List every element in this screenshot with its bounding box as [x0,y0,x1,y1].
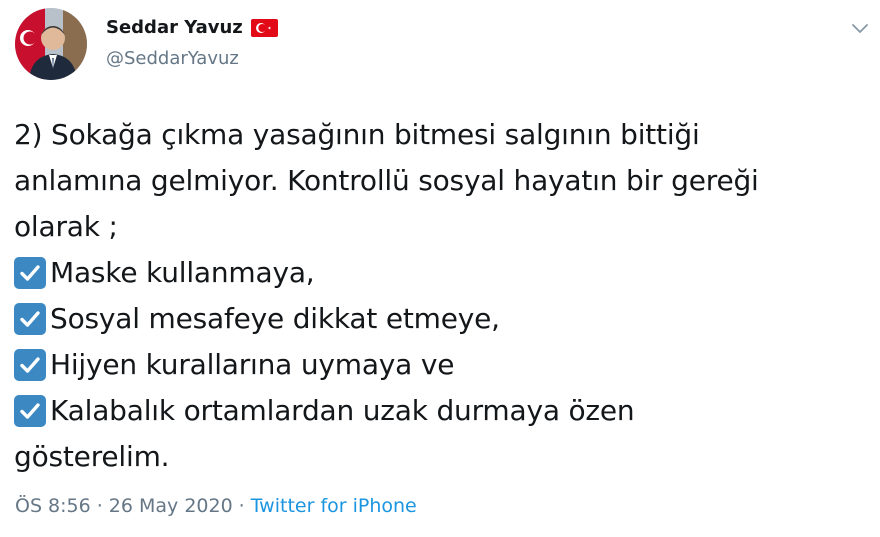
check-mark-button-icon [14,257,46,289]
tweet-line-text: olarak ; [14,210,118,243]
tweet-line: anlamına gelmiyor. Kontrollü sosyal haya… [14,158,874,204]
tweet-line-text: gösterelim. [14,440,170,473]
tweet-line-text: anlamına gelmiyor. Kontrollü sosyal haya… [14,164,759,197]
check-mark-button-icon [14,303,46,335]
tweet-line: gösterelim. [14,434,874,480]
tweet-date[interactable]: 26 May 2020 [109,495,233,517]
tweet-line-text: Maske kullanmaya, [50,256,315,289]
profile-photo [15,8,87,80]
tweet-line: olarak ; [14,204,874,250]
tweet-card: Seddar Yavuz @SeddarYavuz 2) Sokağa çıkm… [0,0,880,537]
tweet-line: Maske kullanmaya, [14,250,874,296]
display-name[interactable]: Seddar Yavuz [106,17,243,38]
tweet-line-text: Kalabalık ortamlardan uzak durmaya özen [50,394,635,427]
tweet-line: Kalabalık ortamlardan uzak durmaya özen [14,388,874,434]
tweet-line: Sosyal mesafeye dikkat etmeye, [14,296,874,342]
user-name-row: Seddar Yavuz [106,17,278,38]
meta-separator: · [96,495,103,517]
avatar[interactable] [15,8,87,80]
tweet-line: Hijyen kurallarına uymaya ve [14,342,874,388]
check-mark-button-icon [14,395,46,427]
chevron-down-icon[interactable] [850,20,870,34]
tweet-line-text: Hijyen kurallarına uymaya ve [50,348,455,381]
tweet-source-link[interactable]: Twitter for iPhone [251,495,417,517]
tweet-line-text: Sosyal mesafeye dikkat etmeye, [50,302,500,335]
turkey-flag-icon [250,18,278,37]
check-mark-button-icon [14,349,46,381]
tweet-time[interactable]: ÖS 8:56 [15,495,91,517]
meta-separator: · [238,495,245,517]
tweet-text: 2) Sokağa çıkma yasağının bitmesi salgın… [14,112,874,480]
user-handle[interactable]: @SeddarYavuz [106,48,239,69]
tweet-line-text: 2) Sokağa çıkma yasağının bitmesi salgın… [14,118,700,151]
tweet-line: 2) Sokağa çıkma yasağının bitmesi salgın… [14,112,874,158]
tweet-metadata: ÖS 8:56 · 26 May 2020 · Twitter for iPho… [15,495,417,517]
